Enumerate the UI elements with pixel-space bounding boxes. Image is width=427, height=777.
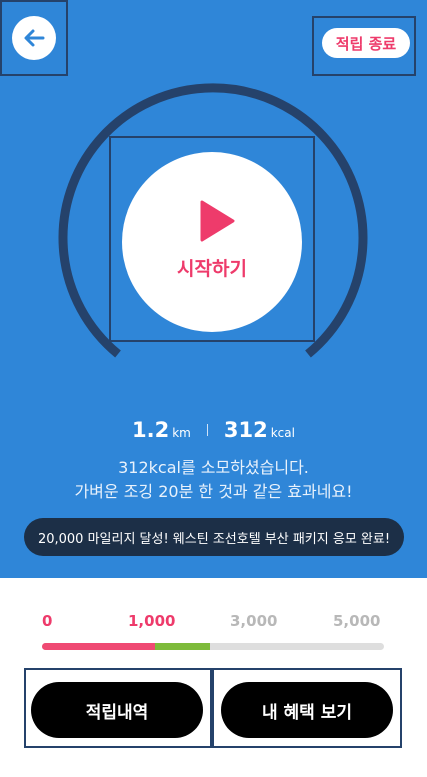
calories-unit: kcal [270,426,295,440]
progress-label-3000: 3,000 [230,612,278,630]
calories-value: 312 [223,418,268,442]
my-benefits-button[interactable]: 내 혜택 보기 [221,682,393,738]
start-label: 시작하기 [177,258,247,280]
progress-label-5000: 5,000 [333,612,381,630]
progress-label-0: 0 [42,612,53,630]
stat-divider [206,424,208,436]
distance-unit: km [172,426,191,440]
distance-value: 1.2 [132,418,170,442]
description-line-2: 가벼운 조깅 20분 한 것과 같은 효과네요! [74,482,353,501]
description-line-1: 312kcal를 소모하셨습니다. [118,458,309,477]
progress-label-1000: 1,000 [128,612,176,630]
mileage-progress-bar [42,643,384,650]
start-button[interactable]: 시작하기 [122,152,302,332]
progress-fill-earned [42,643,155,650]
achievement-banner: 20,000 마일리지 달성! 웨스틴 조선호텔 부산 패키지 응모 완료! [24,518,404,556]
progress-fill-pending [155,643,210,650]
saving-history-button[interactable]: 적립내역 [31,682,203,738]
play-icon [200,200,235,242]
stats-row: 1.2 km 312 kcal [0,418,427,442]
